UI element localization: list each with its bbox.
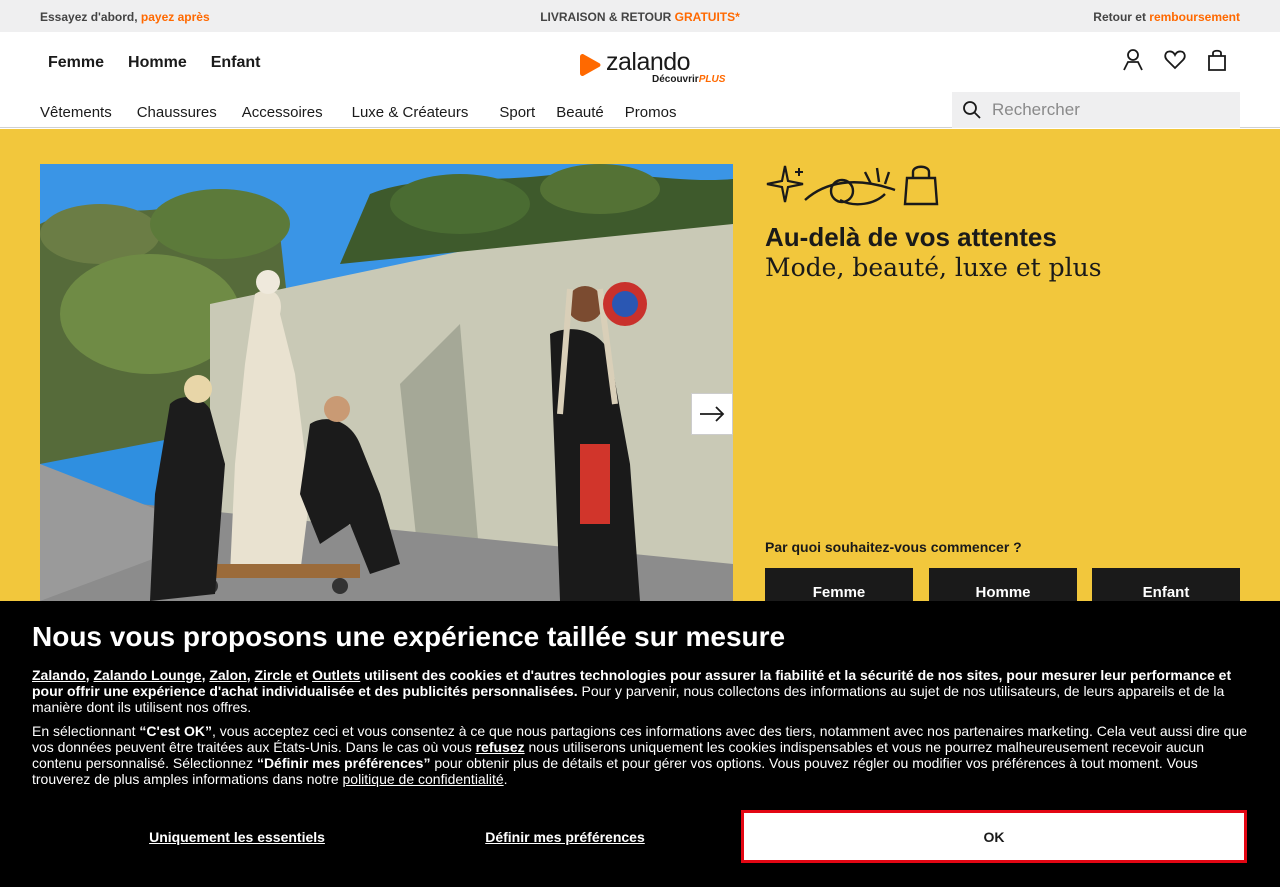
logo-plus-tag: DécouvrirPLUS <box>652 74 725 85</box>
hero-section: Au-delà de vos attentes Mode, beauté, lu… <box>0 129 1280 616</box>
link-zalando-lounge[interactable]: Zalando Lounge <box>93 667 201 683</box>
header-icons <box>1122 48 1228 72</box>
link-zalon[interactable]: Zalon <box>209 667 246 683</box>
link-privacy-policy[interactable]: politique de confidentialité <box>343 771 504 787</box>
promo-right-highlight: remboursement <box>1149 10 1240 24</box>
cookie-p2-prefs: “Définir mes préférences” <box>256 755 431 771</box>
hero-question: Par quoi souhaitez-vous commencer ? <box>765 539 1022 555</box>
promo-right-text: Retour et <box>1093 10 1146 24</box>
nav-homme[interactable]: Homme <box>128 54 187 72</box>
site-header: Femme Homme Enfant zalando DécouvrirPLUS… <box>0 32 1280 128</box>
nav-vetements[interactable]: Vêtements <box>40 104 112 121</box>
cookie-paragraph-2: En sélectionnant “C'est OK”, vous accept… <box>32 723 1252 787</box>
accept-ok-button[interactable]: OK <box>741 810 1247 863</box>
gender-nav: Femme Homme Enfant <box>48 54 261 72</box>
search-input[interactable] <box>992 92 1232 128</box>
sparkle-eye-bag-icon <box>766 165 939 206</box>
category-nav: Vêtements Chaussures Accessoires Luxe & … <box>40 104 701 121</box>
logo-sub-plus: PLUS <box>698 74 726 85</box>
search-bar[interactable] <box>952 92 1240 128</box>
nav-sport[interactable]: Sport <box>499 104 535 121</box>
cookie-consent-banner: Nous vous proposons une expérience taill… <box>0 601 1280 887</box>
cookie-title: Nous vous proposons une expérience taill… <box>32 621 786 652</box>
link-zalando[interactable]: Zalando <box>32 667 86 683</box>
link-zircle[interactable]: Zircle <box>254 667 291 683</box>
hero-photo <box>40 164 733 601</box>
nav-femme[interactable]: Femme <box>48 54 104 72</box>
nav-enfant[interactable]: Enfant <box>211 54 261 72</box>
nav-beaute[interactable]: Beauté <box>556 104 604 121</box>
promo-center-highlight: GRATUITS* <box>674 10 740 24</box>
bag-icon[interactable] <box>1206 48 1228 72</box>
promo-refund[interactable]: Retour et remboursement <box>1093 10 1240 24</box>
hero-subtitle: Mode, beauté, luxe et plus <box>765 253 1102 282</box>
link-outlets[interactable]: Outlets <box>312 667 360 683</box>
promo-center-text: LIVRAISON & RETOUR <box>540 10 672 24</box>
search-icon <box>963 101 981 119</box>
nav-accessoires[interactable]: Accessoires <box>242 104 323 121</box>
nav-luxe[interactable]: Luxe & Créateurs <box>352 104 469 121</box>
cookie-p2-ok: “C'est OK” <box>139 723 212 739</box>
cookie-p2-a: En sélectionnant <box>32 723 136 739</box>
hero-title: Au-delà de vos attentes <box>765 222 1057 252</box>
hero-image[interactable] <box>40 164 733 601</box>
set-preferences-button[interactable]: Définir mes préférences <box>360 811 770 863</box>
link-refuse[interactable]: refusez <box>476 739 525 755</box>
zalando-logo-icon <box>580 54 601 76</box>
logo-wordmark: zalando <box>606 48 691 76</box>
cookie-paragraph-1: Zalando, Zalando Lounge, Zalon, Zircle e… <box>32 667 1232 715</box>
arrow-right-icon <box>700 406 725 422</box>
nav-promos[interactable]: Promos <box>625 104 677 121</box>
nav-chaussures[interactable]: Chaussures <box>137 104 217 121</box>
cookie-p2-end: . <box>503 771 508 787</box>
zalando-logo[interactable]: zalando DécouvrirPLUS <box>579 48 729 90</box>
heart-icon[interactable] <box>1164 48 1186 72</box>
carousel-next-button[interactable] <box>691 393 733 435</box>
cookie-and: et <box>295 667 309 683</box>
promo-bar: Essayez d'abord, payez après LIVRAISON &… <box>0 0 1280 32</box>
logo-sub-text: Découvrir <box>652 74 699 85</box>
promo-free-delivery[interactable]: LIVRAISON & RETOUR GRATUITS* <box>0 10 1280 24</box>
user-icon[interactable] <box>1122 48 1144 72</box>
